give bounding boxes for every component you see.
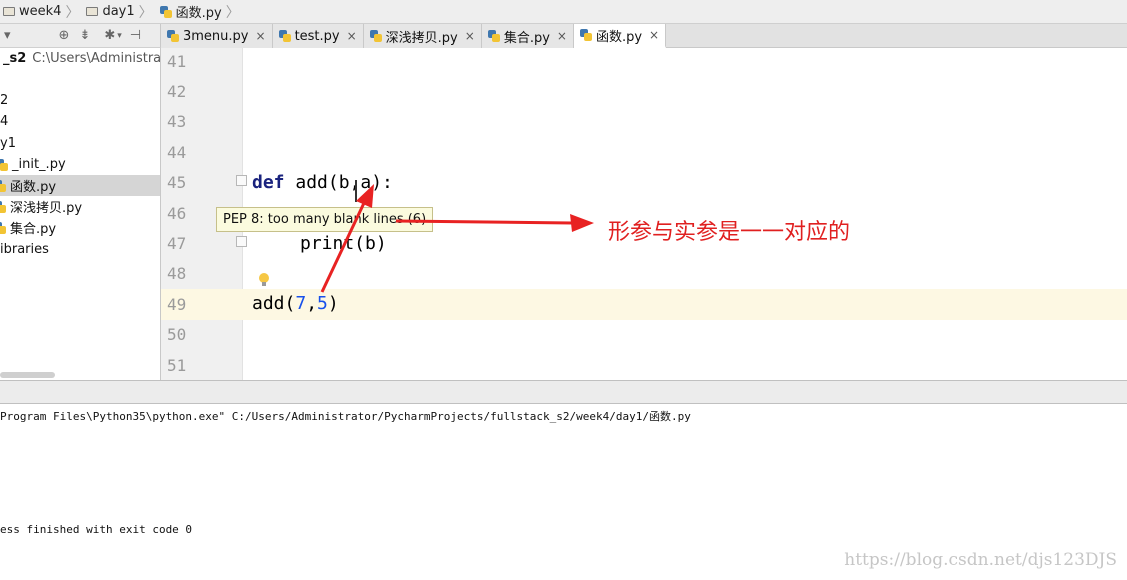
- tab-label: 函数.py: [595, 29, 643, 45]
- tree-item-selected[interactable]: 函数.py: [0, 175, 160, 196]
- pin-icon[interactable]: ⊣: [130, 28, 141, 43]
- tree-item[interactable]: 2: [0, 90, 160, 111]
- python-file-icon: [167, 30, 179, 42]
- tab-deepcopy[interactable]: 深浅拷贝.py ×: [363, 24, 482, 48]
- python-file-icon: [369, 30, 382, 42]
- arrowhead-right: [570, 214, 594, 232]
- line-number: 42: [167, 82, 187, 101]
- line-number: 45: [167, 173, 187, 192]
- tree-item-external-libraries[interactable]: ibraries: [0, 239, 160, 260]
- gear-icon[interactable]: ✱: [104, 28, 115, 43]
- breadcrumb: week4 〉 day1 〉 函数.py 〉: [0, 0, 1127, 24]
- tree-item[interactable]: 深浅拷贝.py: [0, 196, 160, 217]
- call-comma: ,: [306, 293, 318, 314]
- chevron-right-icon: 〉: [138, 4, 153, 21]
- horizontal-scrollbar[interactable]: [0, 372, 55, 378]
- chevron-right-icon: 〉: [225, 4, 240, 21]
- tab-set[interactable]: 集合.py ×: [481, 24, 574, 48]
- tab-3menu[interactable]: 3menu.py ×: [161, 24, 273, 48]
- tree-root-name: _s2: [3, 51, 27, 66]
- fold-marker-icon[interactable]: [236, 236, 247, 247]
- line-number: 49: [167, 295, 187, 314]
- tree-item-label: 集合.py: [10, 222, 57, 237]
- tree-root-path: C:\Users\Administrator: [32, 51, 161, 66]
- breadcrumb-item-day1[interactable]: day1 〉: [83, 0, 156, 24]
- chevron-down-icon[interactable]: ▾: [117, 31, 122, 41]
- tab-label: 3menu.py: [183, 28, 249, 44]
- tab-label: test.py: [294, 28, 340, 44]
- tree-item[interactable]: 4: [0, 111, 160, 132]
- code-line-call[interactable]: add(7,5): [252, 293, 339, 314]
- panel-divider[interactable]: [0, 380, 1127, 404]
- close-icon[interactable]: ×: [256, 29, 266, 43]
- tree-item-label: y1: [0, 136, 16, 151]
- line-number: 47: [167, 234, 187, 253]
- code-line-print[interactable]: print(b): [300, 233, 387, 254]
- console-command-line: Program Files\Python35\python.exe" C:/Us…: [0, 410, 691, 423]
- annotation-text: 形参与实参是一一对应的: [608, 220, 851, 245]
- folder-icon: [3, 7, 15, 16]
- folder-icon: [86, 7, 99, 16]
- close-icon[interactable]: ×: [649, 28, 659, 42]
- tab-function[interactable]: 函数.py ×: [573, 24, 667, 48]
- line-number: 41: [167, 52, 187, 71]
- tree-root[interactable]: _s2 C:\Users\Administrator: [0, 48, 160, 69]
- line-number: 43: [167, 112, 187, 131]
- tree-item-label: 2: [0, 93, 9, 108]
- call-suffix: ): [327, 293, 339, 314]
- arg-number: 7: [295, 293, 307, 314]
- breadcrumb-item-week4[interactable]: week4 〉: [0, 0, 83, 24]
- close-icon[interactable]: ×: [465, 29, 475, 43]
- close-icon[interactable]: ×: [347, 29, 357, 43]
- python-file-icon: [0, 158, 8, 171]
- inspection-tooltip: PEP 8: too many blank lines (6): [216, 207, 434, 232]
- tree-item[interactable]: 集合.py: [0, 217, 160, 238]
- line-number: 48: [167, 264, 187, 283]
- fold-marker-icon[interactable]: [236, 175, 247, 186]
- project-toolbar: ▾ ⊕ ⇟ ✱ ▾ ⊣: [0, 24, 161, 48]
- tree-item[interactable]: y1: [0, 133, 160, 154]
- python-file-icon: [0, 179, 6, 192]
- text-cursor: [355, 180, 357, 202]
- line-number: 51: [167, 356, 187, 375]
- tree-item[interactable]: _init_.py: [0, 154, 160, 175]
- code-line-def[interactable]: def add(b,a):: [252, 172, 393, 193]
- breadcrumb-label: 函数.py: [175, 6, 222, 21]
- arg-number: 5: [317, 293, 328, 314]
- chevron-right-icon: 〉: [65, 4, 80, 21]
- line-number: 44: [167, 143, 187, 162]
- tab-label: 集合.py: [503, 30, 550, 46]
- close-icon[interactable]: ×: [557, 29, 567, 43]
- breadcrumb-label: day1: [102, 4, 135, 19]
- collapse-icon[interactable]: ⇟: [79, 28, 90, 43]
- tree-item-label: _init_.py: [12, 157, 66, 172]
- tab-test[interactable]: test.py ×: [272, 24, 364, 48]
- keyword-def: def: [252, 172, 285, 193]
- python-file-icon: [487, 30, 500, 42]
- dropdown-arrow-icon[interactable]: ▾: [4, 28, 11, 43]
- python-file-icon: [0, 200, 6, 213]
- project-tree: _s2 C:\Users\Administrator 2 4 y1 _init_…: [0, 48, 161, 380]
- call-prefix: add(: [252, 293, 296, 314]
- python-file-icon: [278, 30, 291, 42]
- editor-tab-bar: 3menu.py × test.py × 深浅拷贝.py × 集合.py × 函…: [161, 24, 1127, 48]
- tree-item-label: ibraries: [0, 242, 49, 257]
- python-file-icon: [0, 221, 6, 234]
- watermark: https://blog.csdn.net/djs123DJS: [844, 550, 1117, 570]
- breadcrumb-label: week4: [19, 4, 62, 19]
- console-exit-line: ess finished with exit code 0: [0, 523, 193, 536]
- python-file-icon: [579, 29, 592, 41]
- lightbulb-icon[interactable]: [259, 273, 269, 286]
- def-signature: add(b,a):: [284, 172, 393, 193]
- line-number: 50: [167, 325, 187, 344]
- tree-item-label: 4: [0, 114, 9, 129]
- tree-item-label: 深浅拷贝.py: [10, 201, 83, 216]
- target-icon[interactable]: ⊕: [59, 28, 70, 43]
- tab-label: 深浅拷贝.py: [385, 30, 458, 46]
- tree-item-label: 函数.py: [10, 180, 57, 195]
- breadcrumb-item-file[interactable]: 函数.py 〉: [157, 0, 244, 24]
- python-file-icon: [159, 5, 172, 18]
- line-number: 46: [167, 204, 187, 223]
